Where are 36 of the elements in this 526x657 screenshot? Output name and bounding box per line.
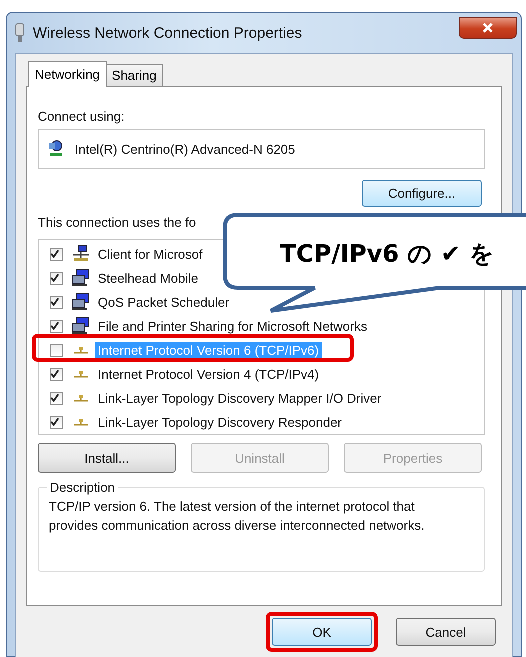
checkbox[interactable] [50, 320, 63, 332]
checkbox[interactable] [50, 248, 63, 260]
checkbox[interactable] [50, 344, 63, 356]
checkbox[interactable] [50, 368, 63, 380]
checkbox[interactable] [50, 296, 63, 308]
close-icon [482, 22, 494, 34]
description-text: TCP/IP version 6. The latest version of the internet protocol that provides communication across diverse interconnected networks. [49, 498, 426, 535]
tab[interactable]: Networking [28, 61, 108, 87]
configure-button[interactable]: Configure... [362, 180, 482, 207]
list-item[interactable]: Link-Layer Topology Discovery Mapper I/O Driver [95, 390, 385, 406]
list-item[interactable]: Link-Layer Topology Discovery Responder [95, 414, 345, 430]
network-adapter-icon [15, 23, 25, 43]
network-adapter-icon [47, 139, 65, 159]
description-title: Description [49, 480, 116, 495]
connect-using-label: Connect using: [38, 109, 126, 124]
checkbox[interactable] [50, 272, 63, 284]
checkbox[interactable] [50, 392, 63, 404]
network-client-icon [71, 245, 91, 263]
callout-text: TCP/IPv6 の ✔ を [280, 239, 494, 270]
dialog-button[interactable]: OK [272, 618, 372, 646]
close-button[interactable] [459, 17, 517, 39]
adapter-field: Intel(R) Centrino(R) Advanced-N 6205 [38, 129, 485, 169]
dialog-button[interactable]: Cancel [396, 618, 496, 646]
computer-icon [71, 317, 91, 335]
components-label: This connection uses the fo [38, 215, 198, 230]
computer-icon [71, 269, 91, 287]
checkbox[interactable] [50, 416, 63, 428]
tab[interactable]: Sharing [106, 64, 163, 86]
list-item[interactable]: File and Printer Sharing for Microsoft Networks [95, 318, 370, 334]
window-title: Wireless Network Connection Properties [33, 24, 302, 42]
list-item[interactable]: QoS Packet Scheduler [95, 294, 233, 310]
list-item[interactable]: Client for Microsof [95, 246, 206, 262]
action-button[interactable]: Install... [38, 443, 176, 473]
computer-icon [71, 293, 91, 311]
list-item[interactable]: Internet Protocol Version 4 (TCP/IPv4) [95, 366, 322, 382]
list-item[interactable]: Steelhead Mobile [95, 270, 202, 286]
